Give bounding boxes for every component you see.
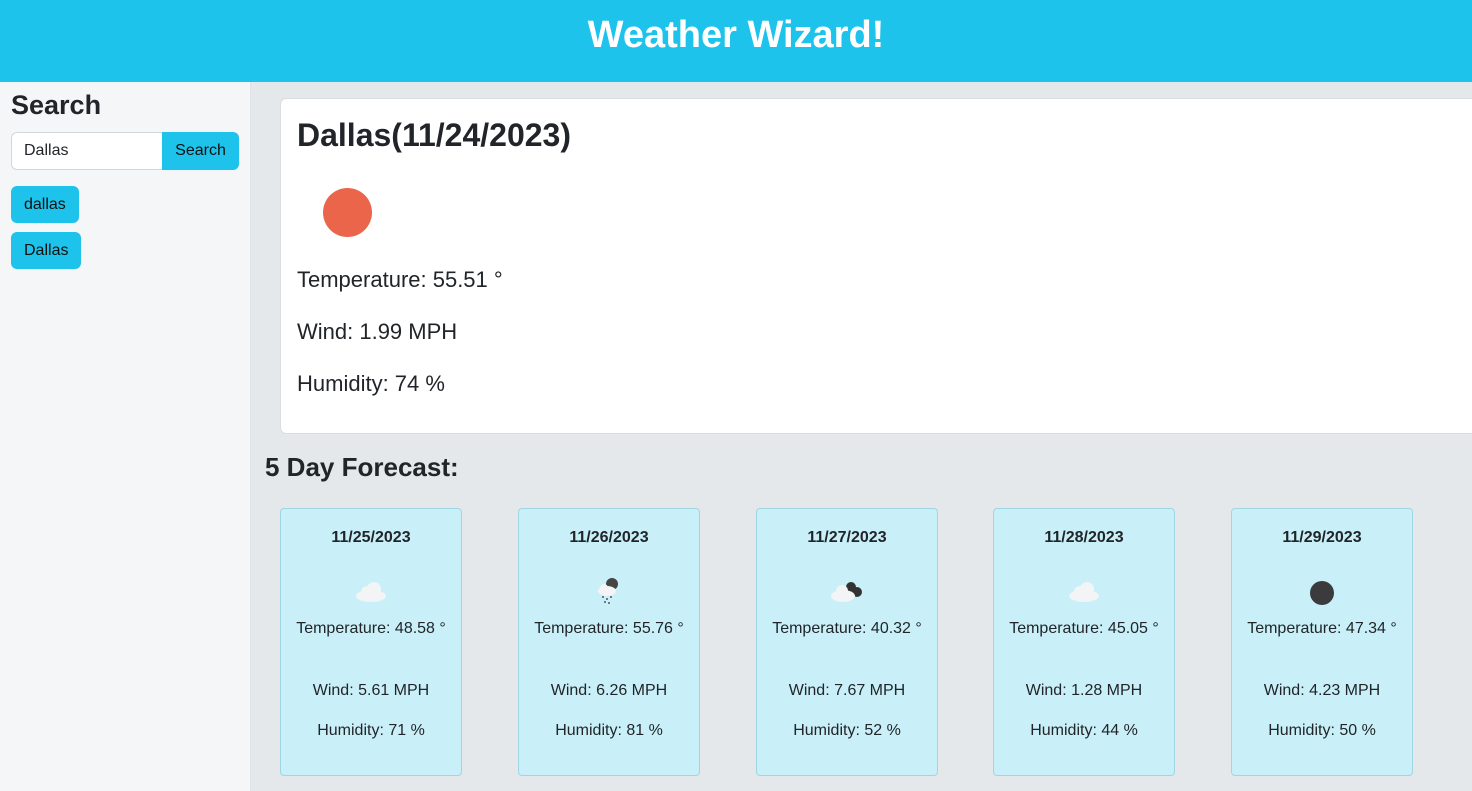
cloud-icon <box>356 582 386 602</box>
forecast-wind: Wind: 4.23 MPH <box>1263 682 1381 699</box>
forecast-card: 11/28/2023 Temperature: 45.05 ° Wind: 1.… <box>993 508 1175 776</box>
dark-circle-icon <box>1310 581 1334 605</box>
forecast-humidity: Humidity: 44 % <box>1030 722 1138 739</box>
broken-clouds-icon <box>831 582 862 602</box>
forecast-wind: Wind: 5.61 MPH <box>312 682 430 699</box>
forecast-card: 11/27/2023 Temperature: 40.32 ° Wind: 7.… <box>756 508 938 776</box>
app-title: Weather Wizard! <box>587 13 885 56</box>
search-heading: Search <box>11 90 102 120</box>
forecast-date: 11/29/2023 <box>1282 529 1362 546</box>
current-humidity: Humidity: 74 % <box>297 371 445 396</box>
history-button-dallas-lower[interactable]: dallas <box>11 186 79 223</box>
current-city-date: Dallas(11/24/2023) <box>297 117 571 153</box>
forecast-temperature: Temperature: 48.58 ° <box>296 620 446 637</box>
search-input[interactable] <box>11 132 162 170</box>
search-form: Search <box>11 132 239 170</box>
forecast-temperature: Temperature: 40.32 ° <box>772 620 922 637</box>
forecast-card: 11/26/2023 Temperature: 55.76 ° Wind: 6.… <box>518 508 700 776</box>
forecast-card: 11/29/2023 Temperature: 47.34 ° Wind: 4.… <box>1231 508 1413 776</box>
forecast-date: 11/28/2023 <box>1044 529 1124 546</box>
sidebar: Search Search dallas Dallas <box>0 82 251 791</box>
forecast-humidity: Humidity: 71 % <box>317 722 425 739</box>
cloud-icon <box>1069 582 1099 602</box>
forecast-humidity: Humidity: 52 % <box>793 722 901 739</box>
app-header: Weather Wizard! <box>0 0 1472 82</box>
forecast-humidity: Humidity: 50 % <box>1268 722 1376 739</box>
search-button[interactable]: Search <box>162 132 239 170</box>
history-button-dallas[interactable]: Dallas <box>11 232 82 269</box>
forecast-date: 11/27/2023 <box>807 529 887 546</box>
current-weather-card: Dallas(11/24/2023) Temperature: 55.51 ° … <box>280 98 1472 434</box>
forecast-date: 11/26/2023 <box>569 529 649 546</box>
forecast-temperature: Temperature: 47.34 ° <box>1247 620 1397 637</box>
forecast-temperature: Temperature: 55.76 ° <box>534 620 684 637</box>
current-wind: Wind: 1.99 MPH <box>297 319 458 344</box>
forecast-card: 11/25/2023 Temperature: 48.58 ° Wind: 5.… <box>280 508 462 776</box>
sun-icon <box>323 188 372 237</box>
forecast-temperature: Temperature: 45.05 ° <box>1009 620 1159 637</box>
forecast-humidity: Humidity: 81 % <box>555 722 663 739</box>
forecast-title: 5 Day Forecast: <box>265 452 459 482</box>
forecast-wind: Wind: 7.67 MPH <box>788 682 906 699</box>
forecast-date: 11/25/2023 <box>331 529 411 546</box>
rain-cloud-icon <box>598 578 618 604</box>
current-temperature: Temperature: 55.51 ° <box>297 267 503 292</box>
forecast-wind: Wind: 1.28 MPH <box>1025 682 1143 699</box>
forecast-wind: Wind: 6.26 MPH <box>550 682 668 699</box>
